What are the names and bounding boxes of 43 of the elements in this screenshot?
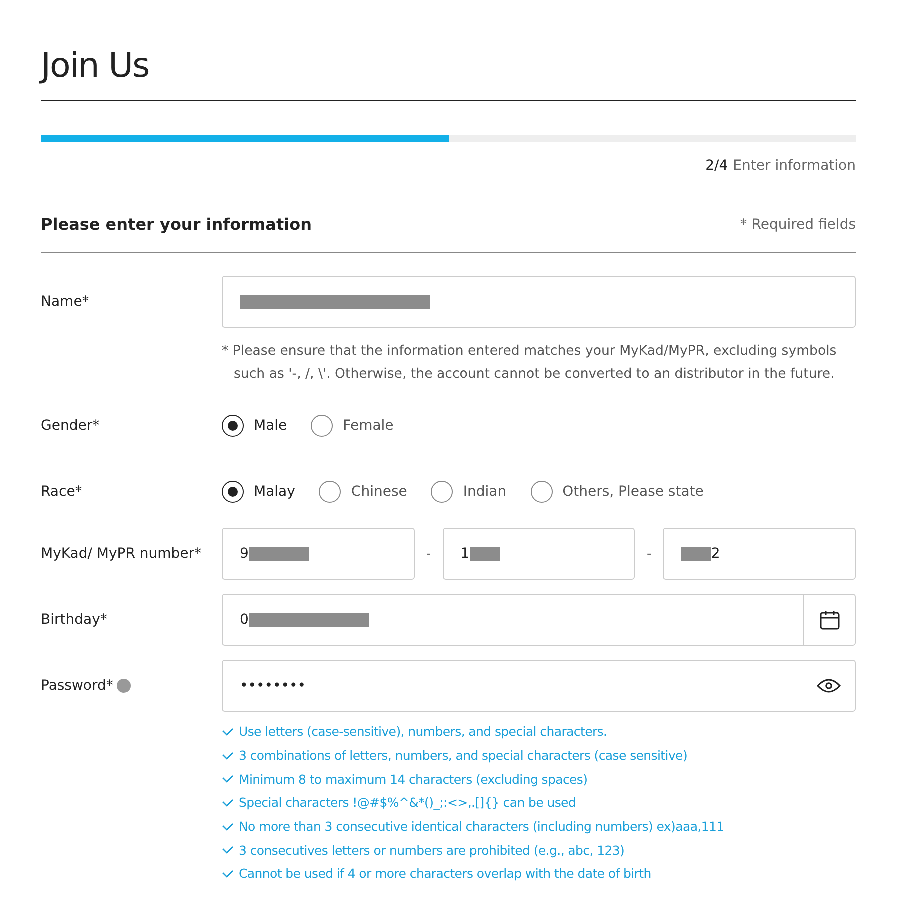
- date-field[interactable]: 0: [222, 594, 856, 646]
- password-field[interactable]: ••••••••: [222, 660, 856, 712]
- radio-option[interactable]: Male: [222, 415, 288, 437]
- step-label: Enter information: [733, 158, 856, 174]
- required-note: * Required fields: [740, 216, 856, 232]
- password-rule: Cannot be used if 4 or more characters overlap with the date of birth: [239, 866, 652, 882]
- check-icon: [222, 798, 234, 808]
- password-rule: Use letters (case-sensitive), numbers, and special characters.: [239, 724, 608, 740]
- radio-option[interactable]: Malay: [222, 481, 296, 503]
- separator: -: [646, 546, 653, 562]
- password-rule: Special characters !@#$%^&*()_;:<>,.[]{} can be used: [239, 795, 576, 810]
- info-icon[interactable]: [117, 679, 132, 693]
- password-rule: 3 combinations of letters, numbers, and special characters (case sensitive): [239, 748, 688, 764]
- password-rule: No more than 3 consecutive identical characters (including numbers) ex)aaa,111: [239, 819, 724, 834]
- radio-option[interactable]: Indian: [431, 481, 507, 503]
- input-field[interactable]: 2: [663, 528, 856, 580]
- password-rule: 3 consecutives letters or numbers are prohibited (e.g., abc, 123): [239, 842, 625, 858]
- separator: -: [425, 546, 432, 562]
- input-field[interactable]: [222, 276, 856, 328]
- check-icon: [222, 750, 234, 761]
- field-label: MyKad/ MyPR number*: [41, 546, 202, 562]
- check-icon: [222, 774, 234, 784]
- field-note: * Please ensure that the information entered matches your MyKad/MyPR, excluding symbols such as '-, /, \'. Otherwise, the account cannot be converted to an distributor in the future.: [222, 343, 838, 384]
- field-label: Race*: [41, 484, 82, 500]
- password-rule: Minimum 8 to maximum 14 characters (excluding spaces): [239, 772, 588, 787]
- field-label: Birthday*: [41, 612, 108, 628]
- eye-icon: [817, 678, 841, 694]
- radio-option[interactable]: Others, Please state: [530, 481, 704, 503]
- field-label: Password*: [41, 678, 114, 694]
- input-field[interactable]: 1: [442, 528, 636, 580]
- check-icon: [222, 868, 234, 879]
- radio-option[interactable]: Female: [311, 415, 394, 437]
- radio-option[interactable]: Chinese: [319, 481, 408, 503]
- page-title: Join Us: [41, 45, 150, 88]
- input-field[interactable]: 9: [222, 528, 415, 580]
- step-count: 2/4: [706, 158, 728, 174]
- check-icon: [222, 845, 234, 856]
- field-label: Name*: [41, 294, 90, 310]
- check-icon: [222, 822, 234, 832]
- check-icon: [222, 726, 234, 737]
- field-label: Gender*: [41, 418, 100, 434]
- section-heading: Please enter your information: [41, 215, 312, 234]
- calendar-icon: [818, 609, 840, 631]
